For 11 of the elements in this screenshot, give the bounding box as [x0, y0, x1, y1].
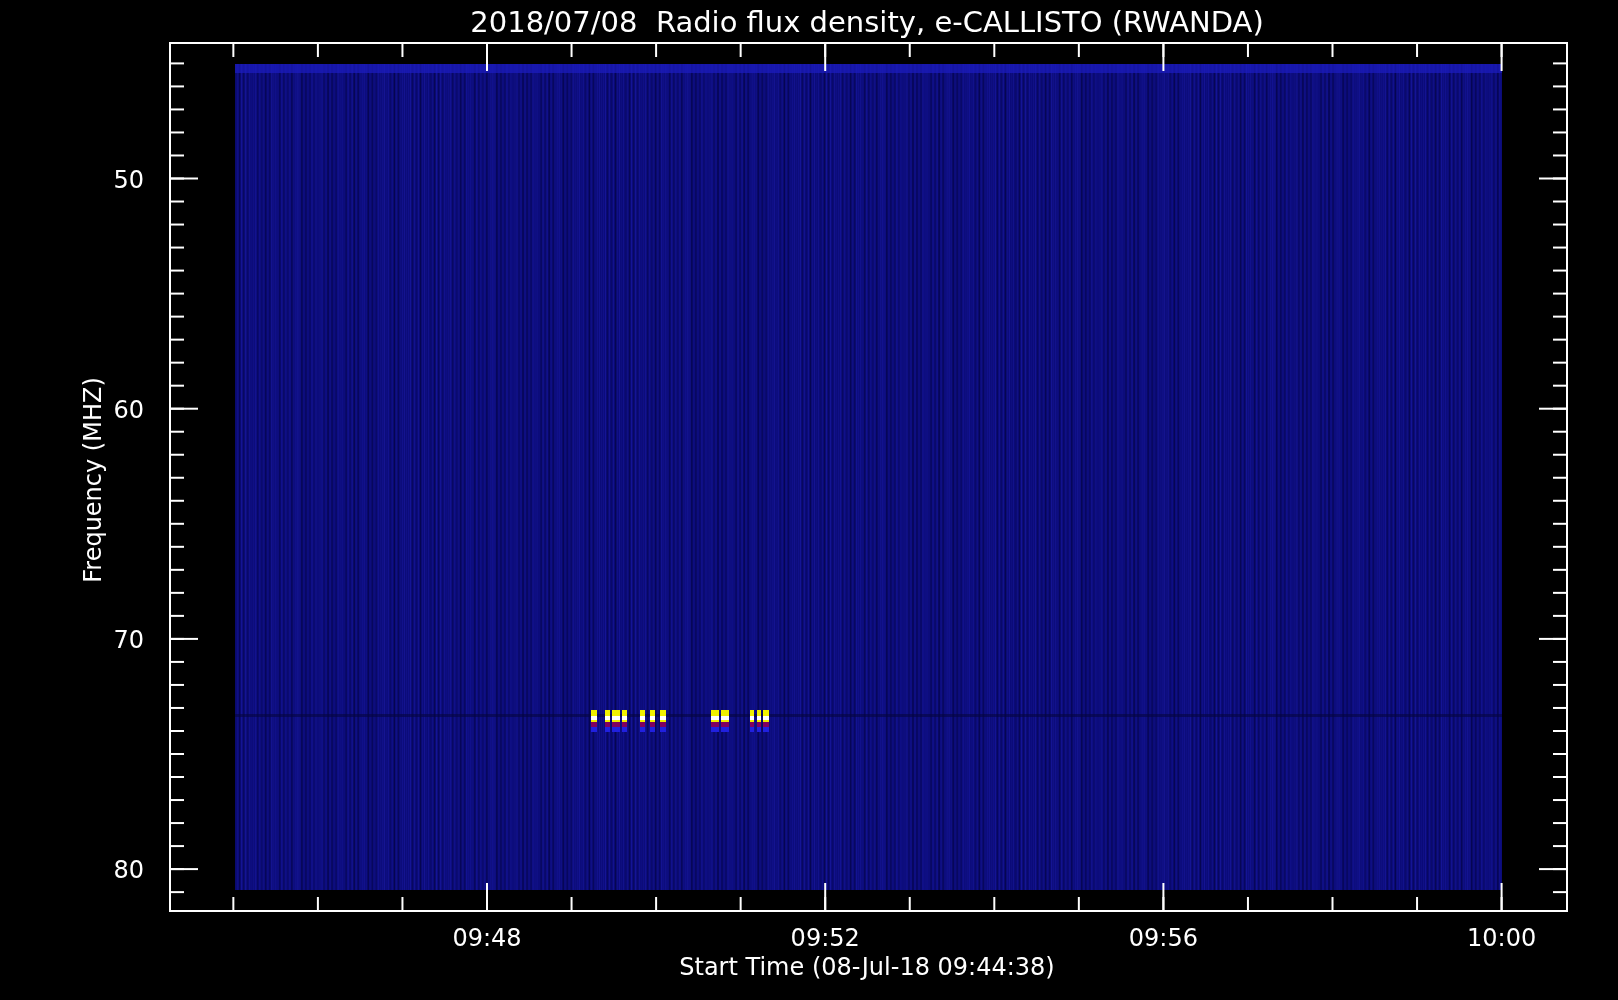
x-tick-label: 09:48	[452, 924, 522, 952]
x-axis-label: Start Time (08-Jul-18 09:44:38)	[679, 953, 1055, 981]
plot-title: 2018/07/08 Radio flux density, e-CALLISTO (RWANDA)	[470, 5, 1264, 39]
y-tick-label: 80	[113, 856, 144, 885]
y-tick-label: 60	[113, 395, 144, 424]
x-tick-label: 10:00	[1467, 924, 1537, 952]
y-tick-label: 70	[113, 625, 144, 654]
y-axis-label: Frequency (MHZ)	[79, 377, 107, 583]
x-tick-label: 09:56	[1128, 924, 1198, 952]
y-tick-label: 50	[113, 165, 144, 194]
x-tick-label: 09:52	[790, 924, 860, 952]
